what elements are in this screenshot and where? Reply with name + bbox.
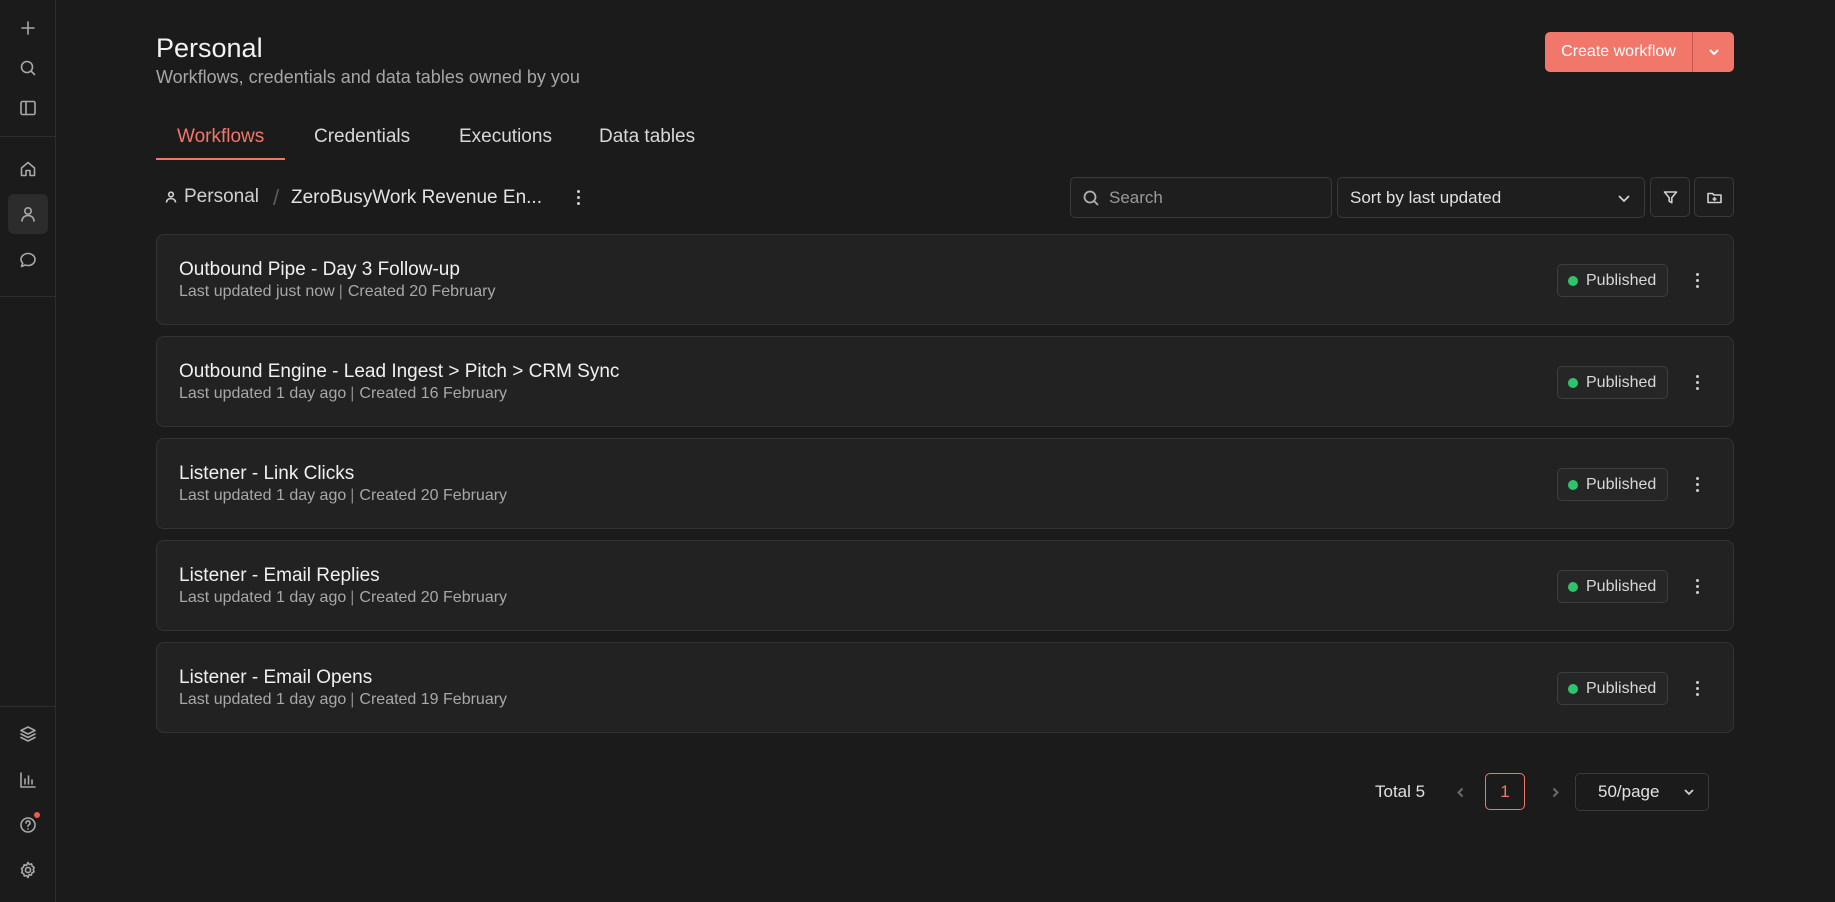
breadcrumb-personal[interactable]: Personal — [164, 186, 259, 208]
status-badge: Published — [1557, 264, 1669, 297]
workflow-updated: Last updated just now — [179, 283, 335, 300]
page-subtitle: Workflows, credentials and data tables o… — [156, 67, 580, 87]
workflow-card[interactable]: Listener - Email Replies Last updated 1 … — [156, 540, 1734, 631]
workflow-more-icon[interactable] — [1687, 269, 1707, 291]
create-workflow-button[interactable]: Create workflow — [1545, 32, 1693, 72]
published-dot — [1568, 479, 1578, 490]
published-dot — [1568, 683, 1578, 694]
status-badge: Published — [1557, 672, 1669, 705]
search-input-wrapper — [1070, 177, 1332, 218]
workflow-card[interactable]: Outbound Pipe - Day 3 Follow-up Last upd… — [156, 234, 1734, 325]
search-input[interactable] — [1109, 187, 1309, 208]
search-icon[interactable] — [14, 54, 42, 82]
sort-select-value: Sort by last updated — [1350, 187, 1502, 207]
workflow-name[interactable]: Outbound Engine - Lead Ingest > Pitch > … — [179, 361, 619, 383]
workflow-more-icon[interactable] — [1687, 371, 1707, 393]
new-plus-icon[interactable] — [14, 14, 42, 42]
workflow-updated: Last updated 1 day ago — [179, 589, 347, 606]
tab-data-tables[interactable]: Data tables — [599, 116, 695, 160]
tab-executions[interactable]: Executions — [459, 116, 552, 160]
workflow-meta: Last updated 1 day ago | Created 20 Febru… — [179, 487, 508, 504]
pagination-total: Total 5 — [1375, 782, 1426, 801]
breadcrumb-personal-label: Personal — [184, 186, 259, 207]
chat-icon[interactable] — [14, 246, 42, 274]
filter-button[interactable] — [1650, 177, 1690, 217]
workflow-meta: Last updated just now | Created 20 Februa… — [179, 283, 496, 300]
sidebar — [0, 0, 56, 902]
workflow-meta: Last updated 1 day ago | Created 16 Febru… — [179, 385, 508, 402]
page-title: Personal — [156, 33, 263, 63]
workflow-name[interactable]: Listener - Email Replies — [179, 565, 380, 587]
per-page-select[interactable]: 50/page — [1575, 773, 1709, 811]
sort-select[interactable]: Sort by last updated — [1337, 177, 1645, 218]
workflow-created: Created 20 February — [347, 283, 496, 300]
workflow-created: Created 20 February — [359, 487, 508, 504]
workflow-card[interactable]: Listener - Email Opens Last updated 1 da… — [156, 642, 1734, 733]
filter-icon — [1663, 190, 1677, 203]
panel-toggle-icon[interactable] — [14, 94, 42, 122]
per-page-value: 50/page — [1598, 782, 1660, 801]
published-dot — [1568, 275, 1578, 286]
workflow-name[interactable]: Listener - Link Clicks — [179, 463, 354, 485]
workflow-card[interactable]: Listener - Link Clicks Last updated 1 da… — [156, 438, 1734, 529]
tab-credentials[interactable]: Credentials — [314, 116, 410, 160]
sidebar-divider — [0, 136, 55, 137]
tab-workflows[interactable]: Workflows — [156, 116, 286, 160]
notification-dot — [34, 812, 40, 818]
search-icon — [1083, 190, 1099, 206]
status-badge: Published — [1557, 468, 1669, 501]
workflow-name[interactable]: Listener - Email Opens — [179, 667, 372, 689]
status-badge: Published — [1557, 366, 1669, 399]
status-label: Published — [1586, 373, 1657, 391]
new-folder-button[interactable] — [1694, 177, 1734, 217]
workflow-updated: Last updated 1 day ago — [179, 487, 347, 504]
create-workflow-button-group: Create workflow — [1545, 32, 1734, 72]
prev-page-chevron-left-icon[interactable] — [1450, 782, 1470, 802]
sidebar-divider — [0, 296, 55, 297]
workflow-meta: Last updated 1 day ago | Created 20 Febru… — [179, 589, 508, 606]
status-label: Published — [1586, 475, 1657, 493]
create-options-chevron-down-icon[interactable] — [1693, 32, 1734, 72]
next-page-chevron-right-icon[interactable] — [1545, 782, 1565, 802]
breadcrumb-more-icon[interactable] — [568, 186, 588, 208]
help-icon[interactable] — [14, 811, 42, 839]
insights-icon[interactable] — [14, 766, 42, 794]
user-icon — [165, 191, 177, 203]
status-label: Published — [1586, 679, 1657, 697]
published-dot — [1568, 377, 1578, 388]
sidebar-divider — [0, 706, 55, 707]
workflow-created: Created 16 February — [359, 385, 508, 402]
page-number-current[interactable]: 1 — [1485, 773, 1525, 810]
settings-icon[interactable] — [14, 856, 42, 884]
folder-plus-icon — [1706, 192, 1722, 203]
status-label: Published — [1586, 271, 1657, 289]
workflow-more-icon[interactable] — [1687, 575, 1707, 597]
workflow-name[interactable]: Outbound Pipe - Day 3 Follow-up — [179, 259, 460, 281]
published-dot — [1568, 581, 1578, 592]
templates-icon[interactable] — [14, 720, 42, 748]
home-icon[interactable] — [14, 155, 42, 183]
workflow-more-icon[interactable] — [1687, 473, 1707, 495]
status-label: Published — [1586, 577, 1657, 595]
workflow-more-icon[interactable] — [1687, 677, 1707, 699]
workflow-updated: Last updated 1 day ago — [179, 691, 347, 708]
workflow-meta: Last updated 1 day ago | Created 19 Febru… — [179, 691, 508, 708]
status-badge: Published — [1557, 570, 1669, 603]
workflow-card[interactable]: Outbound Engine - Lead Ingest > Pitch > … — [156, 336, 1734, 427]
breadcrumb-separator: / — [273, 185, 280, 210]
breadcrumb-folder[interactable]: ZeroBusyWork Revenue En... — [291, 187, 542, 209]
chevron-down-icon — [1618, 194, 1630, 202]
user-icon[interactable] — [8, 194, 48, 234]
pagination: Total 5 1 50/page — [156, 773, 1734, 811]
workflow-updated: Last updated 1 day ago — [179, 385, 347, 402]
workflow-created: Created 19 February — [359, 691, 508, 708]
workflow-created: Created 20 February — [359, 589, 508, 606]
chevron-down-icon — [1684, 789, 1694, 796]
